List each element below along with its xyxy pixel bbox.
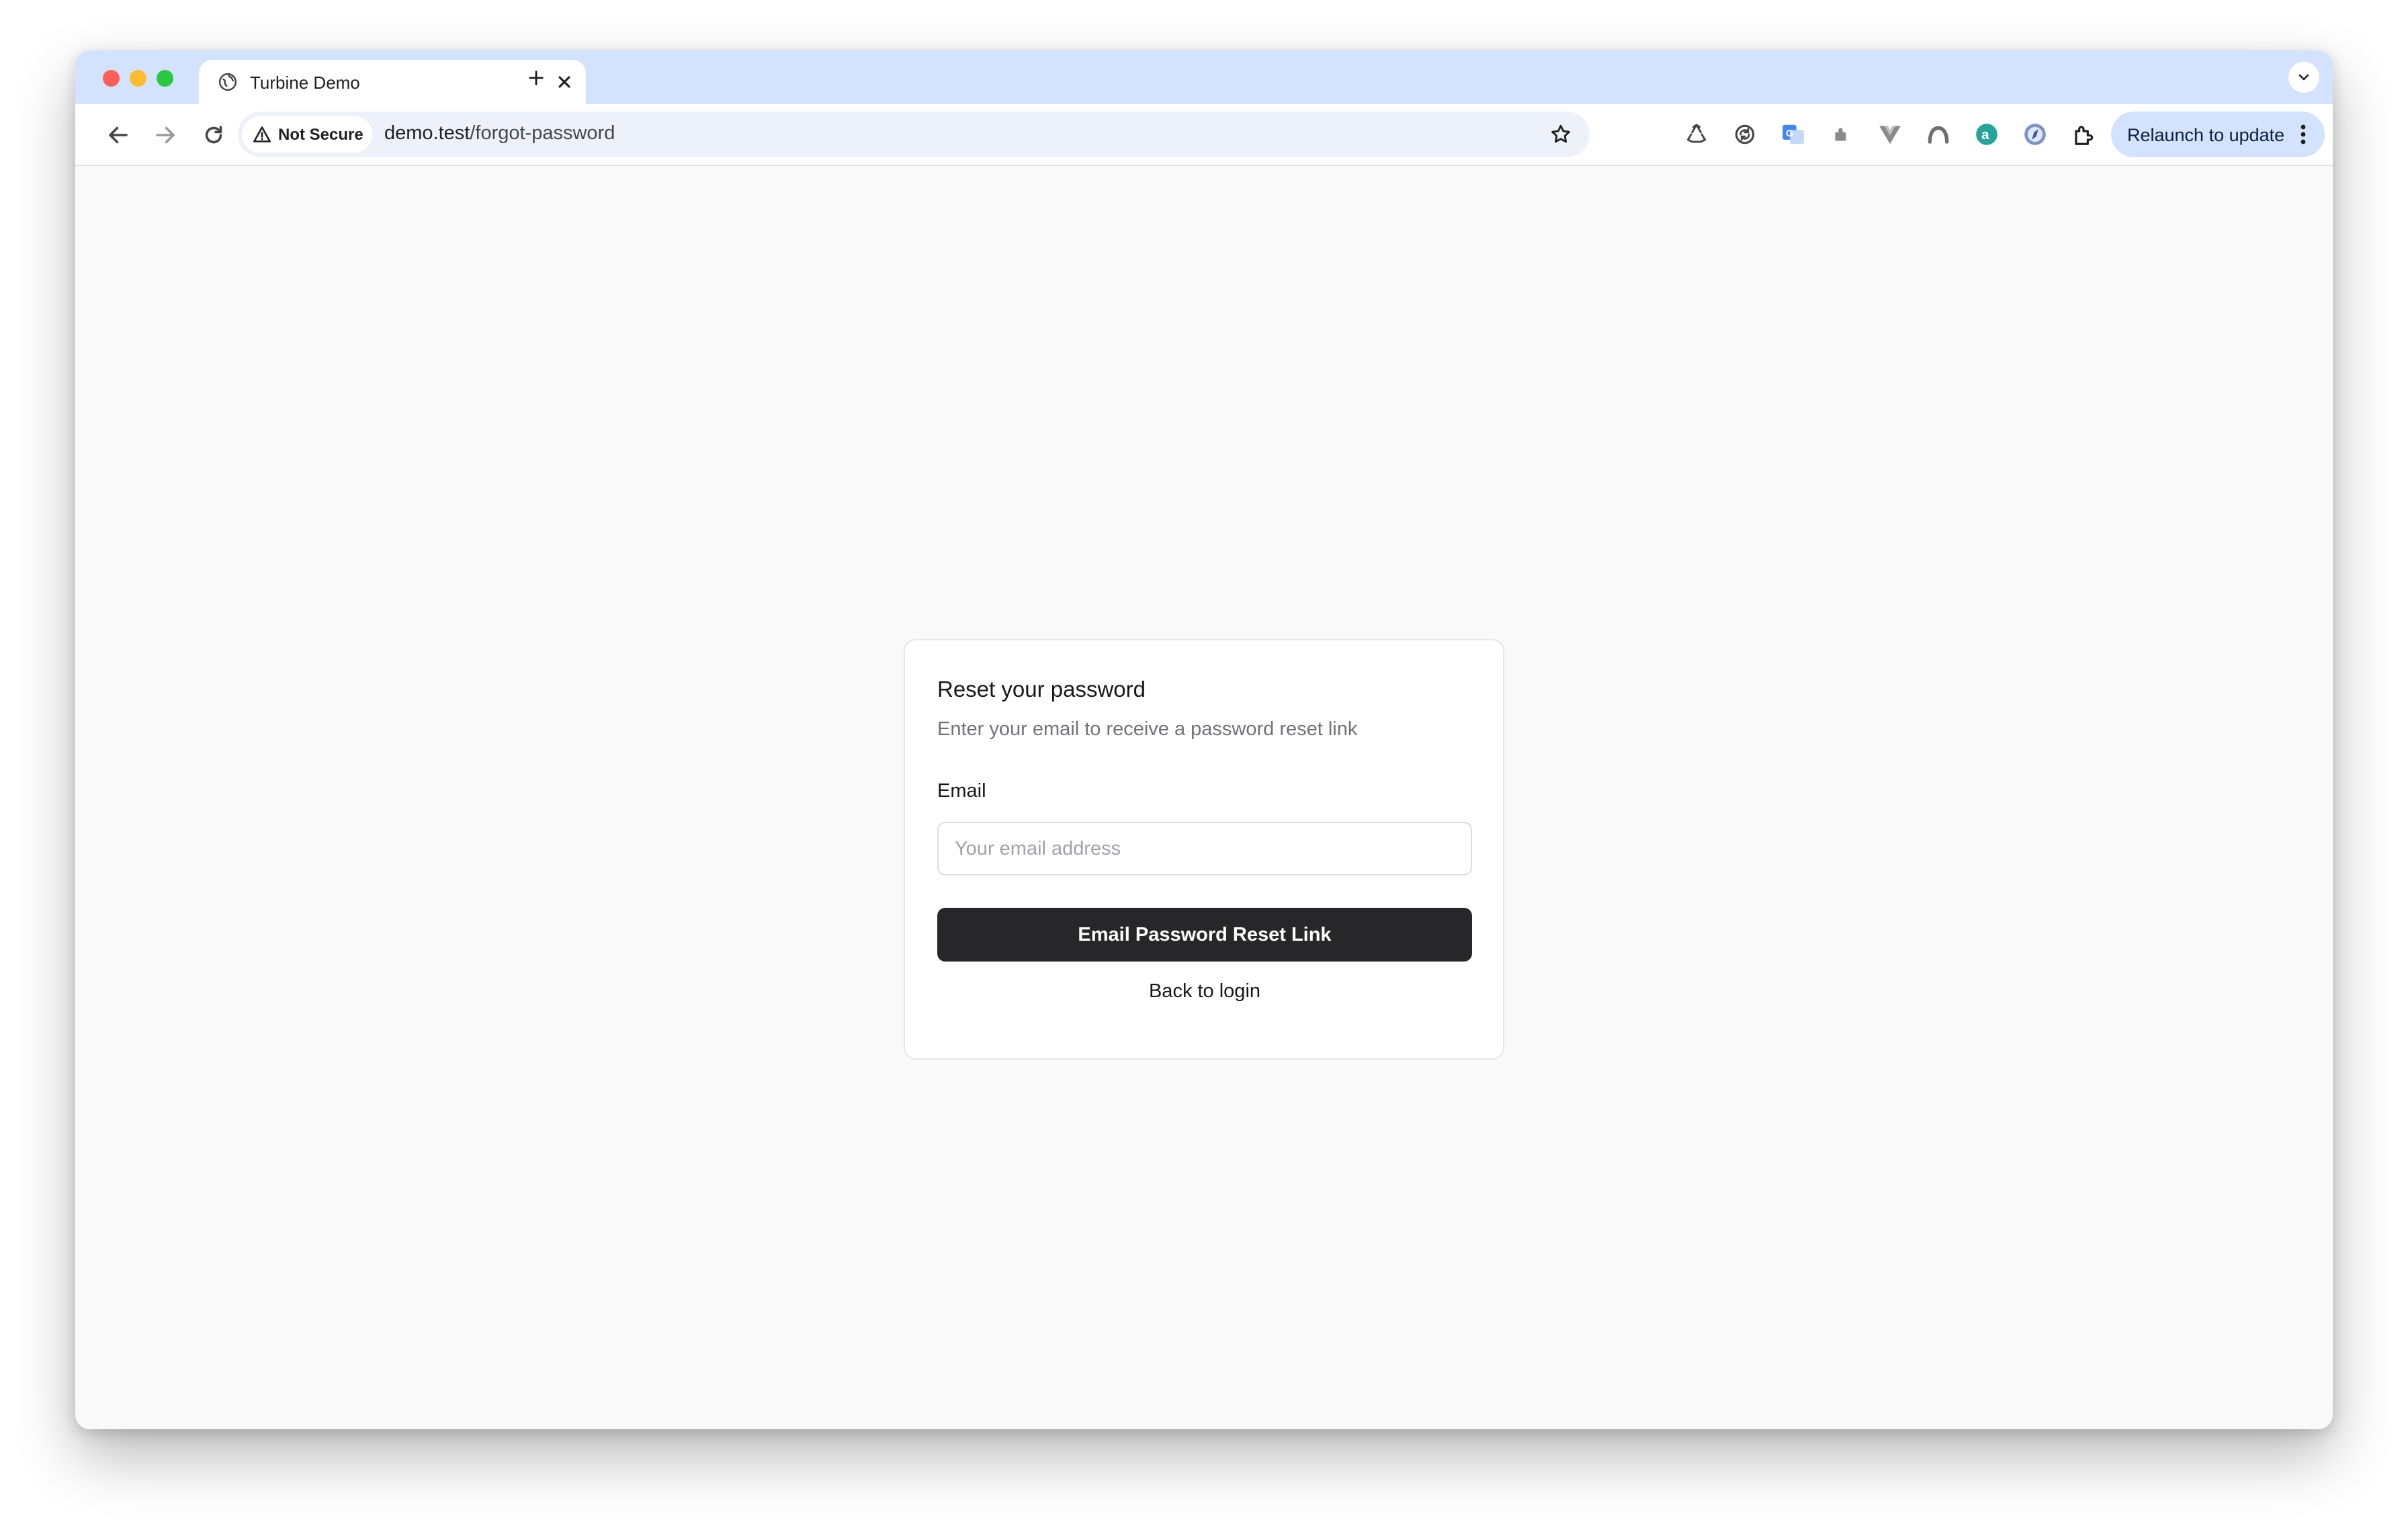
bookmark-star-icon[interactable] [1549,123,1572,146]
back-arrow-icon[interactable] [106,123,130,147]
kebab-menu-icon[interactable] [2299,124,2307,145]
back-to-login-link[interactable]: Back to login [937,980,1472,1003]
security-chip[interactable]: Not Secure [242,116,372,153]
tab-search-button[interactable] [2288,62,2319,93]
security-chip-label: Not Secure [278,126,363,144]
browser-toolbar: Not Secure demo.test/forgot-password G a… [75,104,2333,166]
url-path: /forgot-password [470,122,615,144]
reset-password-card: Reset your password Enter your email to … [904,639,1504,1060]
new-tab-plus-icon[interactable] [527,69,546,87]
url-text[interactable]: demo.test/forgot-password [384,122,615,144]
tab-title: Turbine Demo [250,73,360,93]
minimize-window-button[interactable] [130,70,146,87]
forward-arrow-icon[interactable] [153,123,177,147]
email-label: Email [937,780,986,802]
svg-text:a: a [1981,127,1989,142]
compass-extension-icon[interactable] [2022,122,2048,147]
email-input[interactable] [937,822,1472,876]
a-badge-extension-icon[interactable]: a [1974,122,2000,147]
puzzle-piece-extension-icon[interactable] [1829,122,1854,147]
chevron-down-icon [2298,74,2309,81]
arc-extension-icon[interactable] [1926,122,1951,147]
address-bar[interactable]: Not Secure demo.test/forgot-password [238,112,1590,157]
card-title: Reset your password [937,677,1146,702]
vue-devtools-extension-icon[interactable] [1877,122,1903,147]
browser-window: Turbine Demo Not Secure demo.test/forgot… [75,50,2333,1429]
zoom-window-button[interactable] [157,70,173,87]
recycle-extension-icon[interactable] [1684,122,1709,147]
close-icon[interactable] [555,73,574,91]
warning-triangle-icon [253,126,271,142]
card-subtitle: Enter your email to receive a password r… [937,718,1358,740]
extensions-menu-icon[interactable] [2071,122,2096,147]
page-content: Reset your password Enter your email to … [75,166,2333,1429]
reload-icon[interactable] [202,123,226,147]
refresh-extension-icon[interactable] [1732,122,1758,147]
svg-text:G: G [1786,128,1793,139]
relaunch-button[interactable]: Relaunch to update [2111,112,2325,157]
tab-strip: Turbine Demo [75,50,2333,104]
globe-icon [218,73,237,91]
email-reset-link-button[interactable]: Email Password Reset Link [937,908,1472,962]
url-host: demo.test [384,122,470,144]
relaunch-label: Relaunch to update [2127,125,2285,145]
close-window-button[interactable] [103,70,120,87]
translate-extension-icon[interactable]: G [1780,122,1806,147]
